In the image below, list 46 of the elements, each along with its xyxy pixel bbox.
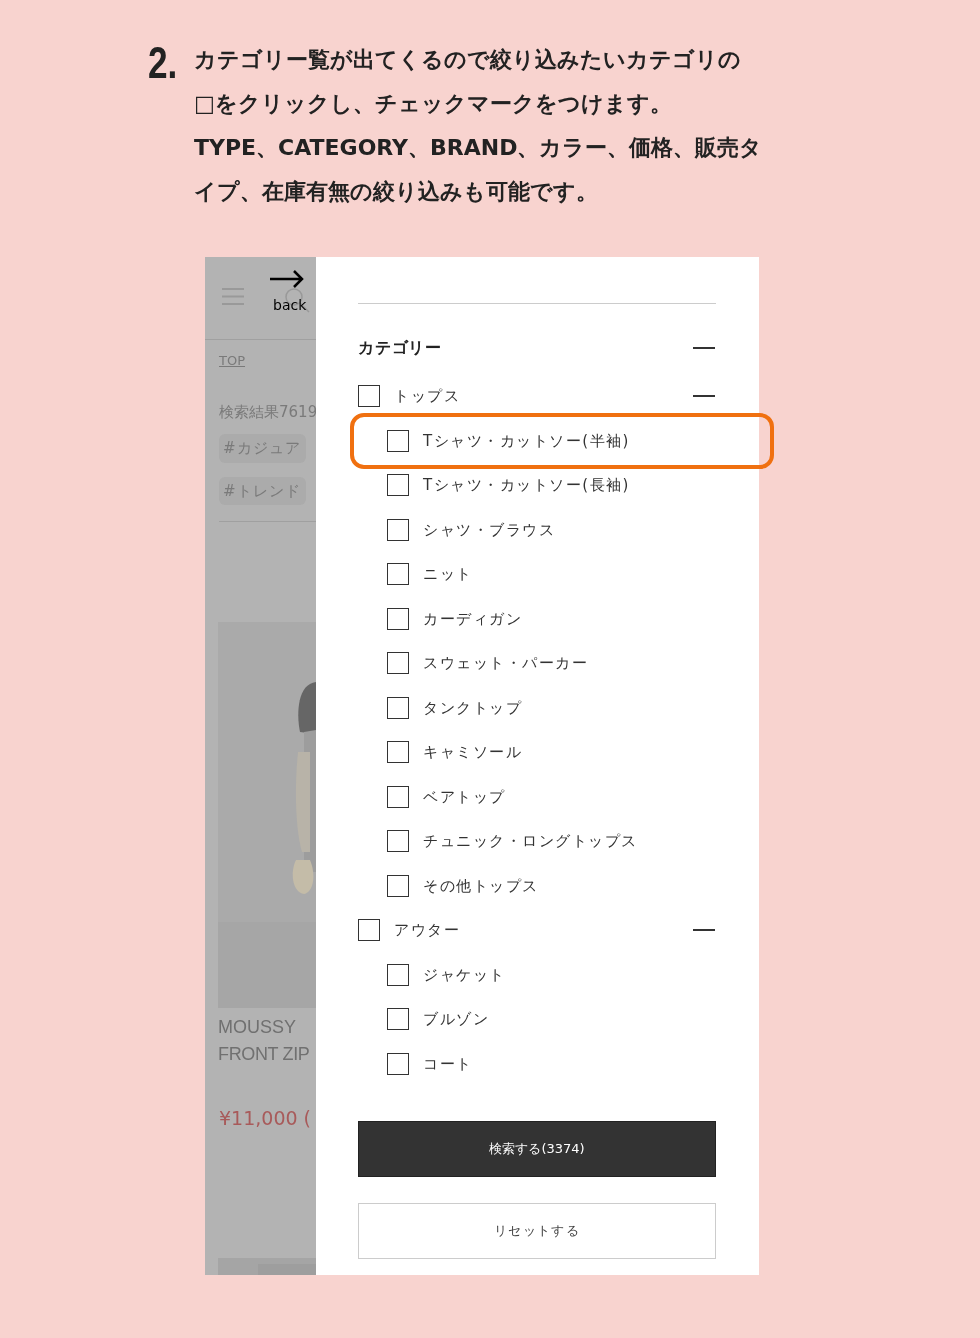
checkbox[interactable] — [387, 1008, 409, 1031]
instruction-line: □をクリックし、チェックマークをつけます。 — [194, 90, 673, 118]
subcategory-label[interactable]: シャツ・ブラウス — [423, 518, 555, 541]
subcategory-label[interactable]: ジャケット — [423, 963, 506, 986]
checkbox[interactable] — [387, 563, 409, 586]
checkbox[interactable] — [387, 785, 409, 808]
subcategory-label[interactable]: その他トップス — [423, 874, 539, 897]
subcategory-label[interactable]: チュニック・ロングトップス — [423, 830, 638, 853]
checkbox[interactable] — [387, 830, 409, 853]
checkbox[interactable] — [387, 518, 409, 541]
checkbox[interactable] — [358, 919, 380, 942]
section-title[interactable]: カテゴリー — [358, 336, 442, 360]
category-label[interactable]: トップス — [394, 385, 460, 408]
search-button[interactable]: 検索する(3374) — [358, 1121, 716, 1177]
checkbox[interactable] — [387, 741, 409, 764]
subcategory-label[interactable]: スウェット・パーカー — [423, 652, 588, 675]
checkbox[interactable] — [387, 607, 409, 630]
checkbox[interactable] — [358, 385, 380, 408]
checkbox[interactable] — [387, 429, 409, 452]
checkbox[interactable] — [387, 963, 409, 986]
subcategory-label[interactable]: ブルゾン — [423, 1008, 489, 1031]
checkbox[interactable] — [387, 874, 409, 897]
checkbox[interactable] — [387, 696, 409, 719]
category-label[interactable]: アウター — [394, 919, 460, 942]
subcategory-label[interactable]: Tシャツ・カットソー(半袖) — [423, 429, 630, 452]
checkbox[interactable] — [387, 474, 409, 497]
subcategory-label[interactable]: Tシャツ・カットソー(長袖) — [423, 474, 630, 497]
step-number: 2. — [148, 38, 179, 89]
checkbox[interactable] — [387, 1052, 409, 1075]
subcategory-label[interactable]: ニット — [423, 563, 473, 586]
subcategory-label[interactable]: ベアトップ — [423, 785, 506, 808]
subcategory-label[interactable]: コート — [423, 1052, 473, 1075]
instruction-line: イプ、在庫有無の絞り込みも可能です。 — [194, 178, 599, 206]
product-name: FRONT ZIP — [218, 1043, 311, 1066]
subcategory-label[interactable]: キャミソール — [423, 741, 522, 764]
checkbox[interactable] — [387, 652, 409, 675]
result-count: 検索結果7619 — [219, 403, 316, 421]
product-brand: MOUSSY — [218, 1016, 297, 1039]
subcategory-label[interactable]: タンクトップ — [423, 696, 522, 719]
instruction-line: カテゴリー覧が出てくるので絞り込みたいカテゴリの — [194, 46, 742, 74]
back-label: back — [273, 298, 307, 312]
arrow-icon — [269, 270, 305, 288]
subcategory-label[interactable]: カーディガン — [423, 607, 522, 630]
instruction-line: TYPE、CATEGORY、BRAND、カラー、価格、販売タ — [194, 134, 763, 162]
reset-button[interactable]: リセットする — [358, 1203, 716, 1259]
product-price: ¥11,000 ( — [219, 1107, 312, 1129]
